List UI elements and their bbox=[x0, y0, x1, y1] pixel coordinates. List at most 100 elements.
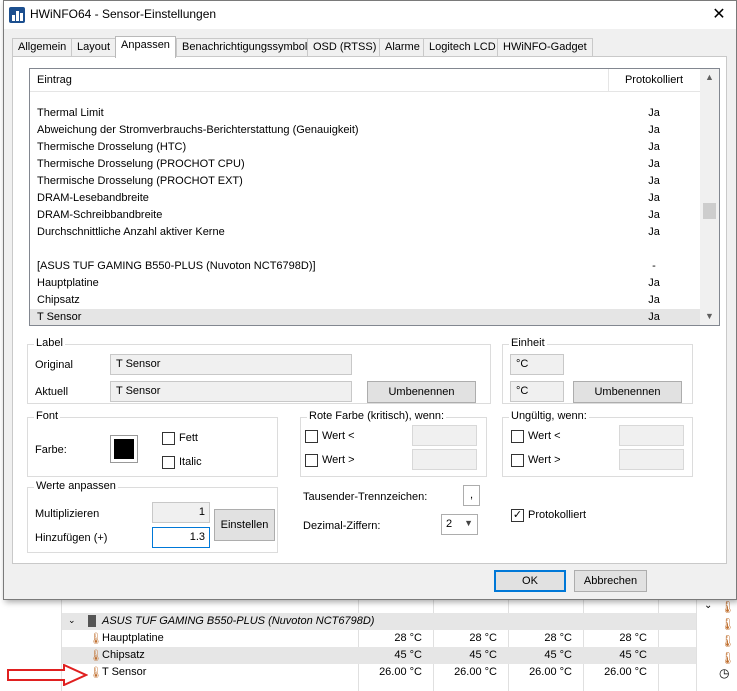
sensor-entry-list[interactable]: Eintrag Protokolliert Thermal Limit Ja Abw… bbox=[29, 68, 720, 326]
font-group: Font Farbe: Fett Italic bbox=[27, 410, 278, 477]
clock-icon: ◷ bbox=[719, 666, 730, 680]
sensor-current: 45 °C bbox=[394, 649, 422, 661]
chevron-down-icon: ▼ bbox=[464, 518, 473, 528]
list-row[interactable]: Abweichung der Stromverbrauchs-Berichter… bbox=[30, 122, 700, 139]
red-arrow-annotation bbox=[7, 664, 88, 686]
list-row[interactable]: Hauptplatine Ja bbox=[30, 275, 700, 292]
tab-hwinfo-gadget[interactable]: HWiNFO-Gadget bbox=[497, 38, 593, 57]
sensor-label: Hauptplatine bbox=[102, 632, 164, 644]
chip-icon bbox=[88, 615, 96, 627]
sensor-label: T Sensor bbox=[102, 666, 147, 678]
column-header-logged[interactable]: Protokolliert bbox=[610, 74, 698, 86]
sensor-avg: 26.00 °C bbox=[604, 666, 647, 678]
list-row[interactable]: Thermische Drosselung (PROCHOT CPU) Ja bbox=[30, 156, 700, 173]
thousands-separator-input[interactable]: , bbox=[463, 485, 480, 506]
logged-checkbox-label: Protokolliert bbox=[528, 509, 587, 521]
sensor-group-title: ASUS TUF GAMING B550-PLUS (Nuvoton NCT67… bbox=[102, 615, 375, 627]
list-row-entry: Chipsatz bbox=[37, 294, 80, 306]
tab-osd-rtss[interactable]: OSD (RTSS) bbox=[307, 38, 383, 57]
critical-less-checkbox[interactable] bbox=[305, 430, 318, 443]
column-header-entry[interactable]: Eintrag bbox=[37, 74, 72, 86]
current-name-field[interactable]: T Sensor bbox=[110, 381, 352, 402]
font-group-title: Font bbox=[34, 410, 61, 422]
list-row-logged: Ja bbox=[648, 311, 660, 323]
list-row-entry: Thermische Drosselung (PROCHOT EXT) bbox=[37, 175, 243, 187]
sensor-avg: 45 °C bbox=[619, 649, 647, 661]
sensor-max: 26.00 °C bbox=[529, 666, 572, 678]
thermometer-icon: 🌡 bbox=[720, 634, 736, 648]
list-row-spacer bbox=[30, 241, 700, 258]
header-divider bbox=[608, 69, 609, 92]
sensor-row[interactable]: 🌡 T Sensor 26.00 °C 26.00 °C 26.00 °C 26… bbox=[62, 664, 696, 681]
italic-checkbox[interactable] bbox=[162, 456, 175, 469]
rename-label-button[interactable]: Umbenennen bbox=[367, 381, 476, 403]
label-group: Label Original T Sensor Aktuell T Sensor… bbox=[27, 337, 491, 404]
tab-anpassen[interactable]: Anpassen bbox=[115, 36, 176, 58]
chevron-down-icon[interactable]: ⌄ bbox=[704, 600, 712, 611]
rename-unit-button[interactable]: Umbenennen bbox=[573, 381, 682, 403]
list-row[interactable]: Durchschnittliche Anzahl aktiver Kerne Ja bbox=[30, 224, 700, 241]
hwinfo-app-icon bbox=[9, 7, 25, 23]
add-input[interactable]: 1.3 bbox=[152, 527, 210, 548]
scroll-down-icon[interactable]: ▼ bbox=[700, 308, 719, 325]
list-row-entry: DRAM-Schreibbandbreite bbox=[37, 209, 163, 221]
tab-benachrichtigungssymbol[interactable]: Benachrichtigungssymbol bbox=[176, 38, 314, 57]
add-label: Hinzufügen (+) bbox=[35, 532, 108, 544]
decimal-digits-select[interactable]: 2 ▼ bbox=[441, 514, 478, 535]
list-row-entry: Thermal Limit bbox=[37, 107, 104, 119]
list-row-logged: Ja bbox=[648, 107, 660, 119]
sensor-min: 45 °C bbox=[469, 649, 497, 661]
close-icon[interactable]: ✕ bbox=[704, 3, 734, 27]
scrollbar-thumb[interactable] bbox=[703, 203, 716, 219]
list-row[interactable]: DRAM-Lesebandbreite Ja bbox=[30, 190, 700, 207]
set-values-button[interactable]: Einstellen bbox=[214, 509, 275, 541]
vertical-scrollbar[interactable]: ▲ ▼ bbox=[700, 69, 719, 325]
invalid-group: Ungültig, wenn: Wert < Wert > bbox=[502, 410, 693, 477]
list-row[interactable]: Thermal Limit Ja bbox=[30, 105, 700, 122]
tab-alarme[interactable]: Alarme bbox=[379, 38, 426, 57]
font-color-swatch[interactable] bbox=[110, 435, 138, 463]
critical-greater-checkbox[interactable] bbox=[305, 454, 318, 467]
current-unit-field[interactable]: °C bbox=[510, 381, 564, 402]
sensor-current: 26.00 °C bbox=[379, 666, 422, 678]
list-row-entry: Abweichung der Stromverbrauchs-Berichter… bbox=[37, 124, 359, 136]
thermometer-icon: 🌡 bbox=[720, 617, 736, 631]
cancel-button[interactable]: Abbrechen bbox=[574, 570, 647, 592]
list-row-logged: Ja bbox=[648, 294, 660, 306]
critical-color-group: Rote Farbe (kritisch), wenn: Wert < Wert… bbox=[300, 410, 487, 477]
scroll-up-icon[interactable]: ▲ bbox=[700, 69, 719, 86]
sensor-group-row[interactable]: ⌄ ASUS TUF GAMING B550-PLUS (Nuvoton NCT… bbox=[62, 613, 696, 630]
label-group-title: Label bbox=[34, 337, 65, 349]
list-row-logged: Ja bbox=[648, 209, 660, 221]
sensor-min: 26.00 °C bbox=[454, 666, 497, 678]
title-bar[interactable]: HWiNFO64 - Sensor-Einstellungen ✕ bbox=[4, 1, 736, 29]
list-row[interactable]: DRAM-Schreibbandbreite Ja bbox=[30, 207, 700, 224]
invalid-group-title: Ungültig, wenn: bbox=[509, 410, 589, 422]
list-header: Eintrag Protokolliert bbox=[30, 69, 700, 92]
sensor-max: 28 °C bbox=[544, 632, 572, 644]
list-row[interactable]: Thermische Drosselung (HTC) Ja bbox=[30, 139, 700, 156]
invalid-less-input[interactable] bbox=[619, 425, 684, 446]
critical-greater-input[interactable] bbox=[412, 449, 477, 470]
invalid-less-checkbox[interactable] bbox=[511, 430, 524, 443]
invalid-greater-input[interactable] bbox=[619, 449, 684, 470]
tab-allgemein[interactable]: Allgemein bbox=[12, 38, 73, 57]
tab-logitech-lcd[interactable]: Logitech LCD bbox=[423, 38, 502, 57]
list-row-entry: Thermische Drosselung (HTC) bbox=[37, 141, 187, 153]
ok-button[interactable]: OK bbox=[494, 570, 566, 592]
bold-checkbox[interactable] bbox=[162, 432, 175, 445]
invalid-greater-checkbox[interactable] bbox=[511, 454, 524, 467]
critical-less-input[interactable] bbox=[412, 425, 477, 446]
list-row[interactable]: Chipsatz Ja bbox=[30, 292, 700, 309]
sensor-row[interactable]: 🌡 Chipsatz 45 °C 45 °C 45 °C 45 °C bbox=[62, 647, 696, 664]
list-row[interactable]: T Sensor Ja bbox=[30, 309, 700, 325]
logged-checkbox[interactable]: ✓ bbox=[511, 509, 524, 522]
collapse-chevron-icon[interactable]: ⌄ bbox=[68, 615, 76, 626]
tab-panel-anpassen: Eintrag Protokolliert Thermal Limit Ja Abw… bbox=[12, 56, 727, 564]
list-row-logged: Ja bbox=[648, 124, 660, 136]
sensor-row[interactable]: 🌡 Hauptplatine 28 °C 28 °C 28 °C 28 °C bbox=[62, 630, 696, 647]
multiply-input[interactable]: 1 bbox=[152, 502, 210, 523]
tab-layout[interactable]: Layout bbox=[71, 38, 117, 57]
list-row[interactable]: [ASUS TUF GAMING B550-PLUS (Nuvoton NCT6… bbox=[30, 258, 700, 275]
list-row[interactable]: Thermische Drosselung (PROCHOT EXT) Ja bbox=[30, 173, 700, 190]
